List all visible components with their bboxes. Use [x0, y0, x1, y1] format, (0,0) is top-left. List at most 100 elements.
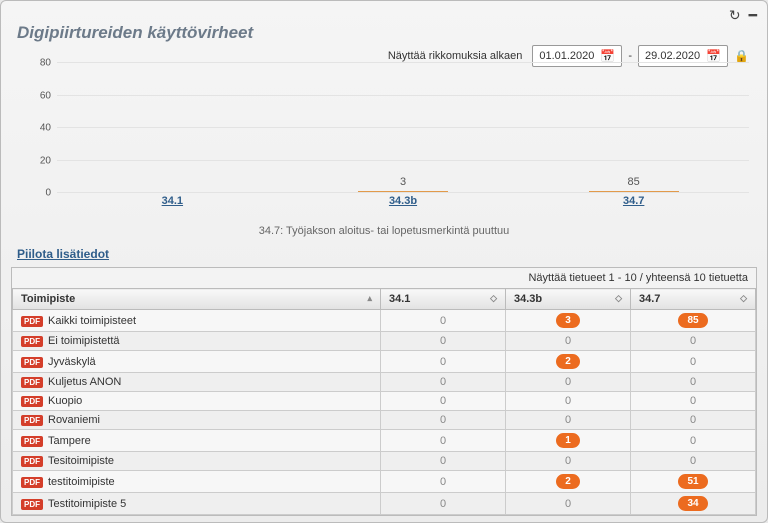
pdf-icon[interactable]: PDF — [21, 377, 43, 388]
pdf-icon[interactable]: PDF — [21, 477, 43, 488]
col-label: 34.3b — [514, 293, 542, 305]
count-pill: 34 — [678, 496, 707, 511]
col-label: 34.7 — [639, 293, 660, 305]
col-header-34-7[interactable]: 34.7 ◇ — [631, 289, 756, 310]
chart-plot-area: 385 — [57, 63, 749, 193]
table-row[interactable]: PDFRovaniemi000 — [13, 411, 756, 430]
date-sep: - — [628, 50, 632, 62]
lock-icon[interactable]: 🔒 — [734, 49, 749, 63]
chart-y-axis: 020406080 — [19, 63, 57, 193]
sort-icon: ◇ — [740, 293, 747, 304]
cell-value: 0 — [506, 332, 631, 351]
count-pill: 2 — [556, 474, 580, 489]
cell-value: 0 — [381, 493, 506, 515]
table-row[interactable]: PDFTampere010 — [13, 430, 756, 452]
details-table: Toimipiste ▴ 34.1◇ 34.3b ◇ 34.7 ◇ PDFKaikki… — [12, 288, 756, 515]
cell-value: 2 — [506, 471, 631, 493]
col-header-34-1[interactable]: 34.1◇ — [381, 289, 506, 310]
pdf-icon[interactable]: PDF — [21, 415, 43, 426]
table-row[interactable]: PDFKuljetus ANON000 — [13, 373, 756, 392]
cell-value: 3 — [506, 310, 631, 332]
cell-value: 0 — [381, 452, 506, 471]
pdf-icon[interactable]: PDF — [21, 357, 43, 368]
cell-value: 0 — [631, 430, 756, 452]
col-label: Toimipiste — [21, 293, 75, 305]
sort-icon: ◇ — [615, 293, 622, 304]
cell-value: 0 — [506, 392, 631, 411]
bar-value-label: 3 — [400, 176, 406, 188]
col-header-34-3b[interactable]: 34.3b ◇ — [506, 289, 631, 310]
table-body: PDFKaikki toimipisteet0385PDFEi toimipis… — [13, 310, 756, 515]
cell-toimipiste: PDFtestitoimipiste — [13, 471, 381, 493]
cell-value: 0 — [506, 373, 631, 392]
cell-value: 2 — [506, 351, 631, 373]
cell-value: 0 — [631, 351, 756, 373]
gridline — [57, 192, 749, 193]
pdf-icon[interactable]: PDF — [21, 499, 43, 510]
pdf-icon[interactable]: PDF — [21, 456, 43, 467]
calendar-icon[interactable]: 📅 — [600, 49, 615, 63]
cell-value: 0 — [381, 411, 506, 430]
table-row[interactable]: PDFKaikki toimipisteet0385 — [13, 310, 756, 332]
pdf-icon[interactable]: PDF — [21, 396, 43, 407]
table-row[interactable]: PDFTestitoimipiste 50034 — [13, 493, 756, 515]
gridline — [57, 127, 749, 128]
table-head: Toimipiste ▴ 34.1◇ 34.3b ◇ 34.7 ◇ — [13, 289, 756, 310]
date-range-label: Näyttää rikkomuksia alkaen — [388, 50, 523, 62]
chart-x-axis: 34.1 34.3b 34.7 — [57, 195, 749, 223]
count-pill: 2 — [556, 354, 580, 369]
calendar-icon[interactable]: 📅 — [706, 49, 721, 63]
cell-value: 0 — [631, 452, 756, 471]
y-tick-label: 80 — [40, 58, 51, 69]
cell-toimipiste: PDFRovaniemi — [13, 411, 381, 430]
cell-value: 0 — [506, 452, 631, 471]
pdf-icon[interactable]: PDF — [21, 316, 43, 327]
cell-value: 0 — [631, 392, 756, 411]
count-pill: 51 — [678, 474, 707, 489]
table-summary: Näyttää tietueet 1 - 10 / yhteensä 10 ti… — [12, 268, 756, 288]
cell-toimipiste: PDFKaikki toimipisteet — [13, 310, 381, 332]
table-row[interactable]: PDFKuopio000 — [13, 392, 756, 411]
x-axis-link[interactable]: 34.1 — [162, 195, 183, 207]
cell-value: 0 — [381, 373, 506, 392]
count-pill: 85 — [678, 313, 707, 328]
date-from-value: 01.01.2020 — [539, 50, 594, 62]
cell-value: 0 — [381, 392, 506, 411]
toggle-details-link[interactable]: Piilota lisätiedot — [17, 247, 109, 261]
bar-chart: 020406080 385 34.1 34.3b 34.7 — [19, 63, 749, 223]
gridline — [57, 160, 749, 161]
x-axis-link[interactable]: 34.3b — [389, 195, 417, 207]
table-row[interactable]: PDFtestitoimipiste0 2 51 — [13, 471, 756, 493]
chart-caption: 34.7: Työjakson aloitus- tai lopetusmerk… — [1, 225, 767, 237]
pdf-icon[interactable]: PDF — [21, 336, 43, 347]
pdf-icon[interactable]: PDF — [21, 436, 43, 447]
gridline — [57, 62, 749, 63]
gridline — [57, 95, 749, 96]
cell-value: 85 — [631, 310, 756, 332]
refresh-icon[interactable]: ↻ — [729, 7, 741, 24]
count-pill: 1 — [556, 433, 580, 448]
window-controls: ↻ ━ — [729, 7, 757, 24]
cell-value: 1 — [506, 430, 631, 452]
minimize-icon[interactable]: ━ — [749, 7, 757, 24]
col-header-toimipiste[interactable]: Toimipiste ▴ — [13, 289, 381, 310]
y-tick-label: 60 — [40, 90, 51, 101]
table-row[interactable]: PDFJyväskylä020 — [13, 351, 756, 373]
cell-toimipiste: PDFTesitoimipiste — [13, 452, 381, 471]
cell-value: 0 — [381, 471, 506, 493]
details-table-wrap: Näyttää tietueet 1 - 10 / yhteensä 10 ti… — [11, 267, 757, 516]
cell-toimipiste: PDFJyväskylä — [13, 351, 381, 373]
cell-value: 34 — [631, 493, 756, 515]
report-window: ↻ ━ Digipiirtureiden käyttövirheet Näytt… — [0, 0, 768, 523]
y-tick-label: 20 — [40, 155, 51, 166]
table-row[interactable]: PDFTesitoimipiste000 — [13, 452, 756, 471]
count-pill: 3 — [556, 313, 580, 328]
cell-value: 0 — [631, 411, 756, 430]
cell-value: 0 — [381, 332, 506, 351]
sort-icon: ▴ — [367, 293, 372, 304]
table-row[interactable]: PDFEi toimipistettä000 — [13, 332, 756, 351]
date-to-value: 29.02.2020 — [645, 50, 700, 62]
x-axis-link[interactable]: 34.7 — [623, 195, 644, 207]
cell-toimipiste: PDFTampere — [13, 430, 381, 452]
cell-value: 0 — [506, 411, 631, 430]
